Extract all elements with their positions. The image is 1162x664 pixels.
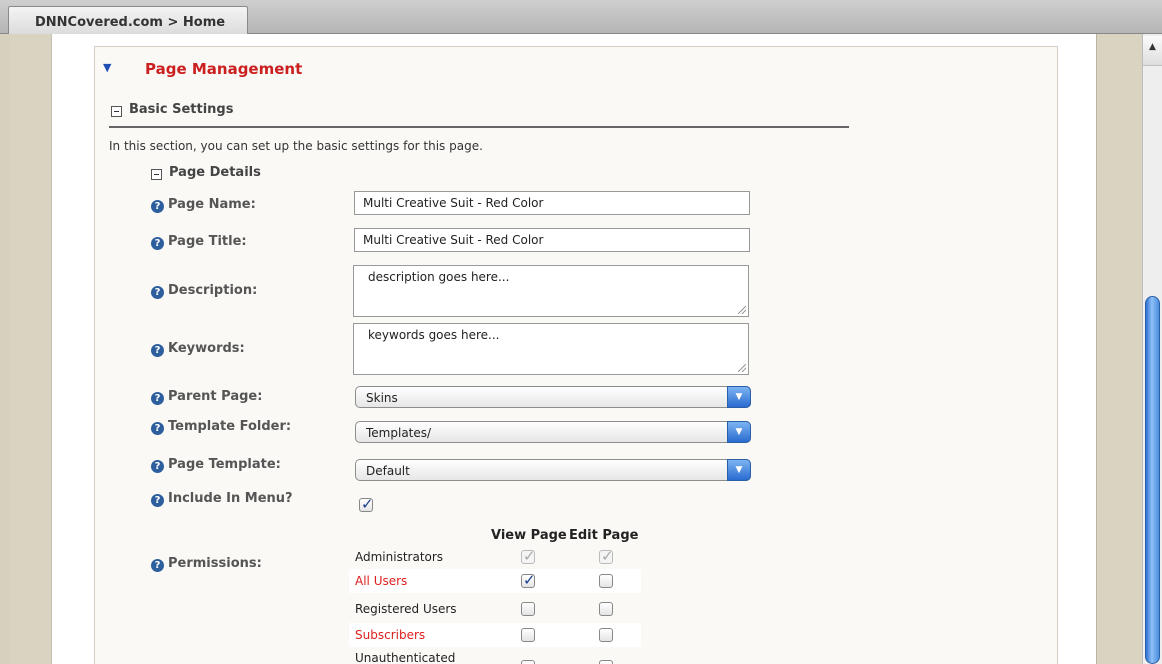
edit-page-checkbox[interactable]	[599, 574, 613, 588]
include-in-menu-label: ? Include In Menu?	[151, 491, 293, 507]
help-icon[interactable]: ?	[151, 392, 164, 405]
edit-page-column-header: Edit Page	[569, 528, 639, 543]
help-icon[interactable]: ?	[151, 559, 164, 572]
permission-row: Registered Users	[349, 597, 641, 621]
include-in-menu-checkbox[interactable]	[359, 495, 374, 513]
template-folder-label: ? Template Folder:	[151, 419, 291, 435]
page-template-select[interactable]: Default ▼	[355, 459, 751, 481]
view-page-checkbox[interactable]	[521, 628, 535, 642]
permissions-label: ? Permissions:	[151, 556, 262, 572]
scroll-thumb[interactable]	[1145, 296, 1160, 664]
tab-bar: DNNCovered.com > Home	[0, 0, 1162, 34]
permissions-label-text: Permissions:	[168, 556, 262, 571]
role-name: Subscribers	[355, 628, 426, 642]
template-folder-select[interactable]: Templates/ ▼	[355, 421, 751, 443]
page-title-label-text: Page Title:	[168, 234, 247, 249]
page-management-panel: ▼ Page Management Basic Settings In this…	[94, 46, 1058, 664]
parent-page-label: ? Parent Page:	[151, 389, 262, 405]
edit-page-checkbox[interactable]	[599, 628, 613, 642]
help-icon[interactable]: ?	[151, 422, 164, 435]
scroll-up-arrow-icon[interactable]: ▲	[1143, 36, 1162, 66]
help-icon[interactable]: ?	[151, 344, 164, 357]
page-name-input[interactable]: Multi Creative Suit - Red Color	[354, 191, 750, 215]
include-in-menu-label-text: Include In Menu?	[168, 491, 293, 506]
parent-page-label-text: Parent Page:	[168, 389, 263, 404]
resize-grip-icon[interactable]	[738, 364, 746, 372]
breadcrumb-tab[interactable]: DNNCovered.com > Home	[8, 6, 248, 34]
section-title-basic-settings[interactable]: Basic Settings	[129, 102, 233, 117]
vertical-scrollbar[interactable]: ▲	[1142, 34, 1162, 664]
parent-page-value[interactable]: Skins	[366, 391, 398, 405]
view-page-checkbox[interactable]	[521, 660, 535, 664]
permission-row: All Users	[349, 569, 641, 593]
dropdown-arrow-icon[interactable]: ▼	[727, 386, 751, 408]
section-intro: In this section, you can set up the basi…	[109, 139, 483, 153]
panel-title: Page Management	[145, 60, 303, 78]
resize-grip-icon[interactable]	[738, 306, 746, 314]
role-name: Administrators	[355, 550, 444, 564]
dropdown-arrow-icon[interactable]: ▼	[727, 421, 751, 443]
edit-page-checkbox[interactable]	[599, 660, 613, 664]
description-label: ? Description:	[151, 283, 257, 299]
edit-page-checkbox	[599, 547, 614, 565]
page-template-label: ? Page Template:	[151, 457, 281, 473]
keywords-label-text: Keywords:	[168, 341, 245, 356]
view-page-checkbox[interactable]	[521, 602, 535, 616]
page-title-label: ? Page Title:	[151, 234, 247, 250]
left-panel	[10, 34, 52, 664]
view-page-column-header: View Page	[491, 528, 567, 543]
page-title-input[interactable]: Multi Creative Suit - Red Color	[354, 228, 750, 252]
help-icon[interactable]: ?	[151, 460, 164, 473]
permission-row: Unauthenticated	[349, 646, 641, 664]
page-template-label-text: Page Template:	[168, 457, 281, 472]
section-title-page-details[interactable]: Page Details	[169, 165, 261, 180]
keywords-textarea[interactable]: keywords goes here...	[353, 323, 749, 375]
view-page-checkbox	[521, 547, 536, 565]
collapse-arrow-icon[interactable]: ▼	[103, 61, 111, 74]
role-name: Registered Users	[355, 602, 457, 616]
collapse-page-details-icon[interactable]	[151, 169, 162, 180]
left-edge	[0, 34, 10, 664]
breadcrumb[interactable]: DNNCovered.com > Home	[35, 15, 225, 30]
page-name-label-text: Page Name:	[168, 197, 256, 212]
role-name: Unauthenticated	[355, 651, 456, 664]
view-page-checkbox[interactable]	[521, 571, 536, 589]
role-name: All Users	[355, 574, 408, 588]
parent-page-select[interactable]: Skins ▼	[355, 386, 751, 408]
template-folder-value[interactable]: Templates/	[366, 426, 431, 440]
keywords-value[interactable]: keywords goes here...	[368, 328, 499, 342]
page-template-value[interactable]: Default	[366, 464, 410, 478]
permission-row: Subscribers	[349, 623, 641, 647]
dropdown-arrow-icon[interactable]: ▼	[727, 459, 751, 481]
help-icon[interactable]: ?	[151, 237, 164, 250]
keywords-label: ? Keywords:	[151, 341, 245, 357]
right-panel	[1096, 34, 1142, 664]
edit-page-checkbox[interactable]	[599, 602, 613, 616]
description-value[interactable]: description goes here...	[368, 270, 509, 284]
help-icon[interactable]: ?	[151, 494, 164, 507]
help-icon[interactable]: ?	[151, 286, 164, 299]
page-name-label: ? Page Name:	[151, 197, 256, 213]
template-folder-label-text: Template Folder:	[168, 419, 292, 434]
help-icon[interactable]: ?	[151, 200, 164, 213]
description-label-text: Description:	[168, 283, 258, 298]
collapse-basic-settings-icon[interactable]	[111, 106, 122, 117]
permission-row: Administrators	[349, 545, 641, 569]
description-textarea[interactable]: description goes here...	[353, 265, 749, 317]
section-divider	[109, 126, 849, 128]
